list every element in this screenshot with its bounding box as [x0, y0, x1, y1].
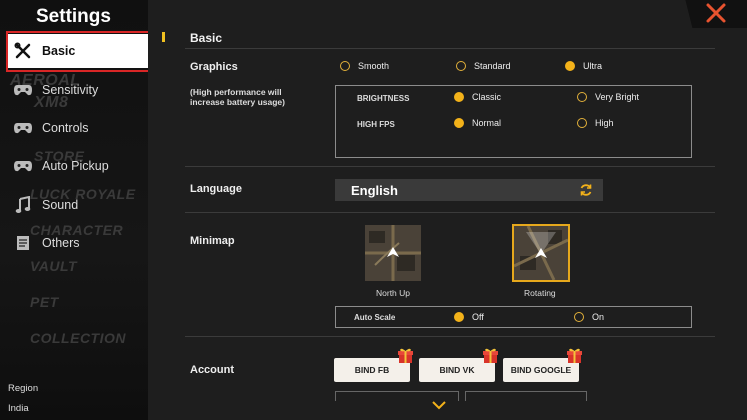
refresh-icon — [579, 183, 593, 197]
radio-label: Smooth — [358, 61, 390, 71]
chevron-down-icon[interactable] — [431, 398, 447, 410]
bg-text: COLLECTION — [30, 330, 126, 346]
high-fps-label: HIGH FPS — [357, 120, 395, 129]
radio-label: High — [595, 118, 614, 128]
radio-label: Very Bright — [595, 92, 640, 102]
radio-dot — [340, 61, 350, 71]
graphics-note-line2: increase battery usage) — [190, 97, 285, 107]
auto-scale-label: Auto Scale — [354, 313, 396, 322]
language-label: Language — [190, 183, 242, 195]
main-panel: Basic Graphics (High performance will in… — [148, 0, 747, 420]
minimap-option-rotating[interactable]: Rotating — [524, 288, 556, 298]
gamepad-icon — [12, 155, 34, 177]
account-label: Account — [190, 364, 234, 376]
bg-text: VAULT — [30, 258, 78, 274]
scroll-indicator — [162, 32, 165, 42]
gift-icon — [482, 347, 499, 364]
gamepad-icon — [12, 79, 34, 101]
region-value: India — [8, 403, 29, 414]
divider — [185, 48, 715, 49]
region-label: Region — [8, 383, 39, 394]
minimap-rotating-thumbnail[interactable] — [512, 224, 570, 282]
brightness-label: BRIGHTNESS — [357, 94, 410, 103]
radio-label: On — [592, 312, 605, 322]
document-icon — [12, 232, 34, 254]
sidebar-item-label: Controls — [42, 121, 89, 135]
sidebar-item-label: Auto Pickup — [42, 159, 109, 173]
radio-dot — [454, 92, 464, 102]
radio-label: Normal — [472, 118, 502, 128]
settings-title: Settings — [36, 6, 111, 27]
minimap-north-up-thumbnail[interactable] — [365, 225, 421, 281]
sidebar-item-label: Others — [42, 236, 80, 250]
brightness-option-very-bright[interactable]: Very Bright — [577, 92, 639, 102]
gift-icon — [397, 347, 414, 364]
graphics-option-ultra[interactable]: Ultra — [565, 61, 602, 71]
auto-scale-option-off[interactable]: Off — [454, 312, 484, 322]
brightness-option-classic[interactable]: Classic — [454, 92, 501, 102]
divider — [185, 166, 715, 167]
section-title: Basic — [190, 31, 223, 45]
radio-dot — [454, 312, 464, 322]
graphics-note-line1: (High performance will — [190, 87, 282, 97]
gamepad-icon — [12, 117, 34, 139]
sidebar-item-label: Sensitivity — [42, 83, 99, 97]
radio-dot — [574, 312, 584, 322]
sidebar-item-auto-pickup[interactable]: Auto Pickup — [8, 149, 148, 183]
radio-dot — [456, 61, 466, 71]
minimap-label: Minimap — [190, 235, 235, 247]
bind-google-label: BIND GOOGLE — [510, 365, 572, 375]
auto-scale-option-on[interactable]: On — [574, 312, 604, 322]
language-select[interactable]: English — [335, 179, 603, 201]
radio-dot — [454, 118, 464, 128]
music-note-icon — [12, 194, 34, 216]
graphics-option-smooth[interactable]: Smooth — [340, 61, 389, 71]
radio-dot — [577, 92, 587, 102]
high-fps-option-high[interactable]: High — [577, 118, 614, 128]
bg-text: PET — [30, 294, 59, 310]
sidebar-item-others[interactable]: Others — [8, 226, 148, 260]
gift-icon — [566, 347, 583, 364]
sidebar-item-controls[interactable]: Controls — [8, 111, 148, 145]
bind-vk-label: BIND VK — [439, 365, 475, 375]
divider — [185, 336, 715, 337]
radio-label: Classic — [472, 92, 502, 102]
sidebar-item-sensitivity[interactable]: Sensitivity — [8, 73, 148, 107]
minimap-option-north-up[interactable]: North Up — [376, 288, 410, 298]
bottom-field-right — [465, 391, 587, 401]
radio-label: Off — [472, 312, 484, 322]
radio-dot — [577, 118, 587, 128]
graphics-label: Graphics — [190, 61, 238, 73]
radio-label: Ultra — [583, 61, 603, 71]
language-value: English — [351, 182, 398, 198]
radio-dot — [565, 61, 575, 71]
sidebar-item-label: Sound — [42, 198, 79, 212]
high-fps-option-normal[interactable]: Normal — [454, 118, 501, 128]
divider — [185, 212, 715, 213]
radio-label: Standard — [474, 61, 511, 71]
sidebar-item-sound[interactable]: Sound — [8, 188, 148, 222]
close-icon[interactable] — [705, 2, 727, 24]
bind-fb-label: BIND FB — [354, 365, 390, 375]
graphics-option-standard[interactable]: Standard — [456, 61, 511, 71]
